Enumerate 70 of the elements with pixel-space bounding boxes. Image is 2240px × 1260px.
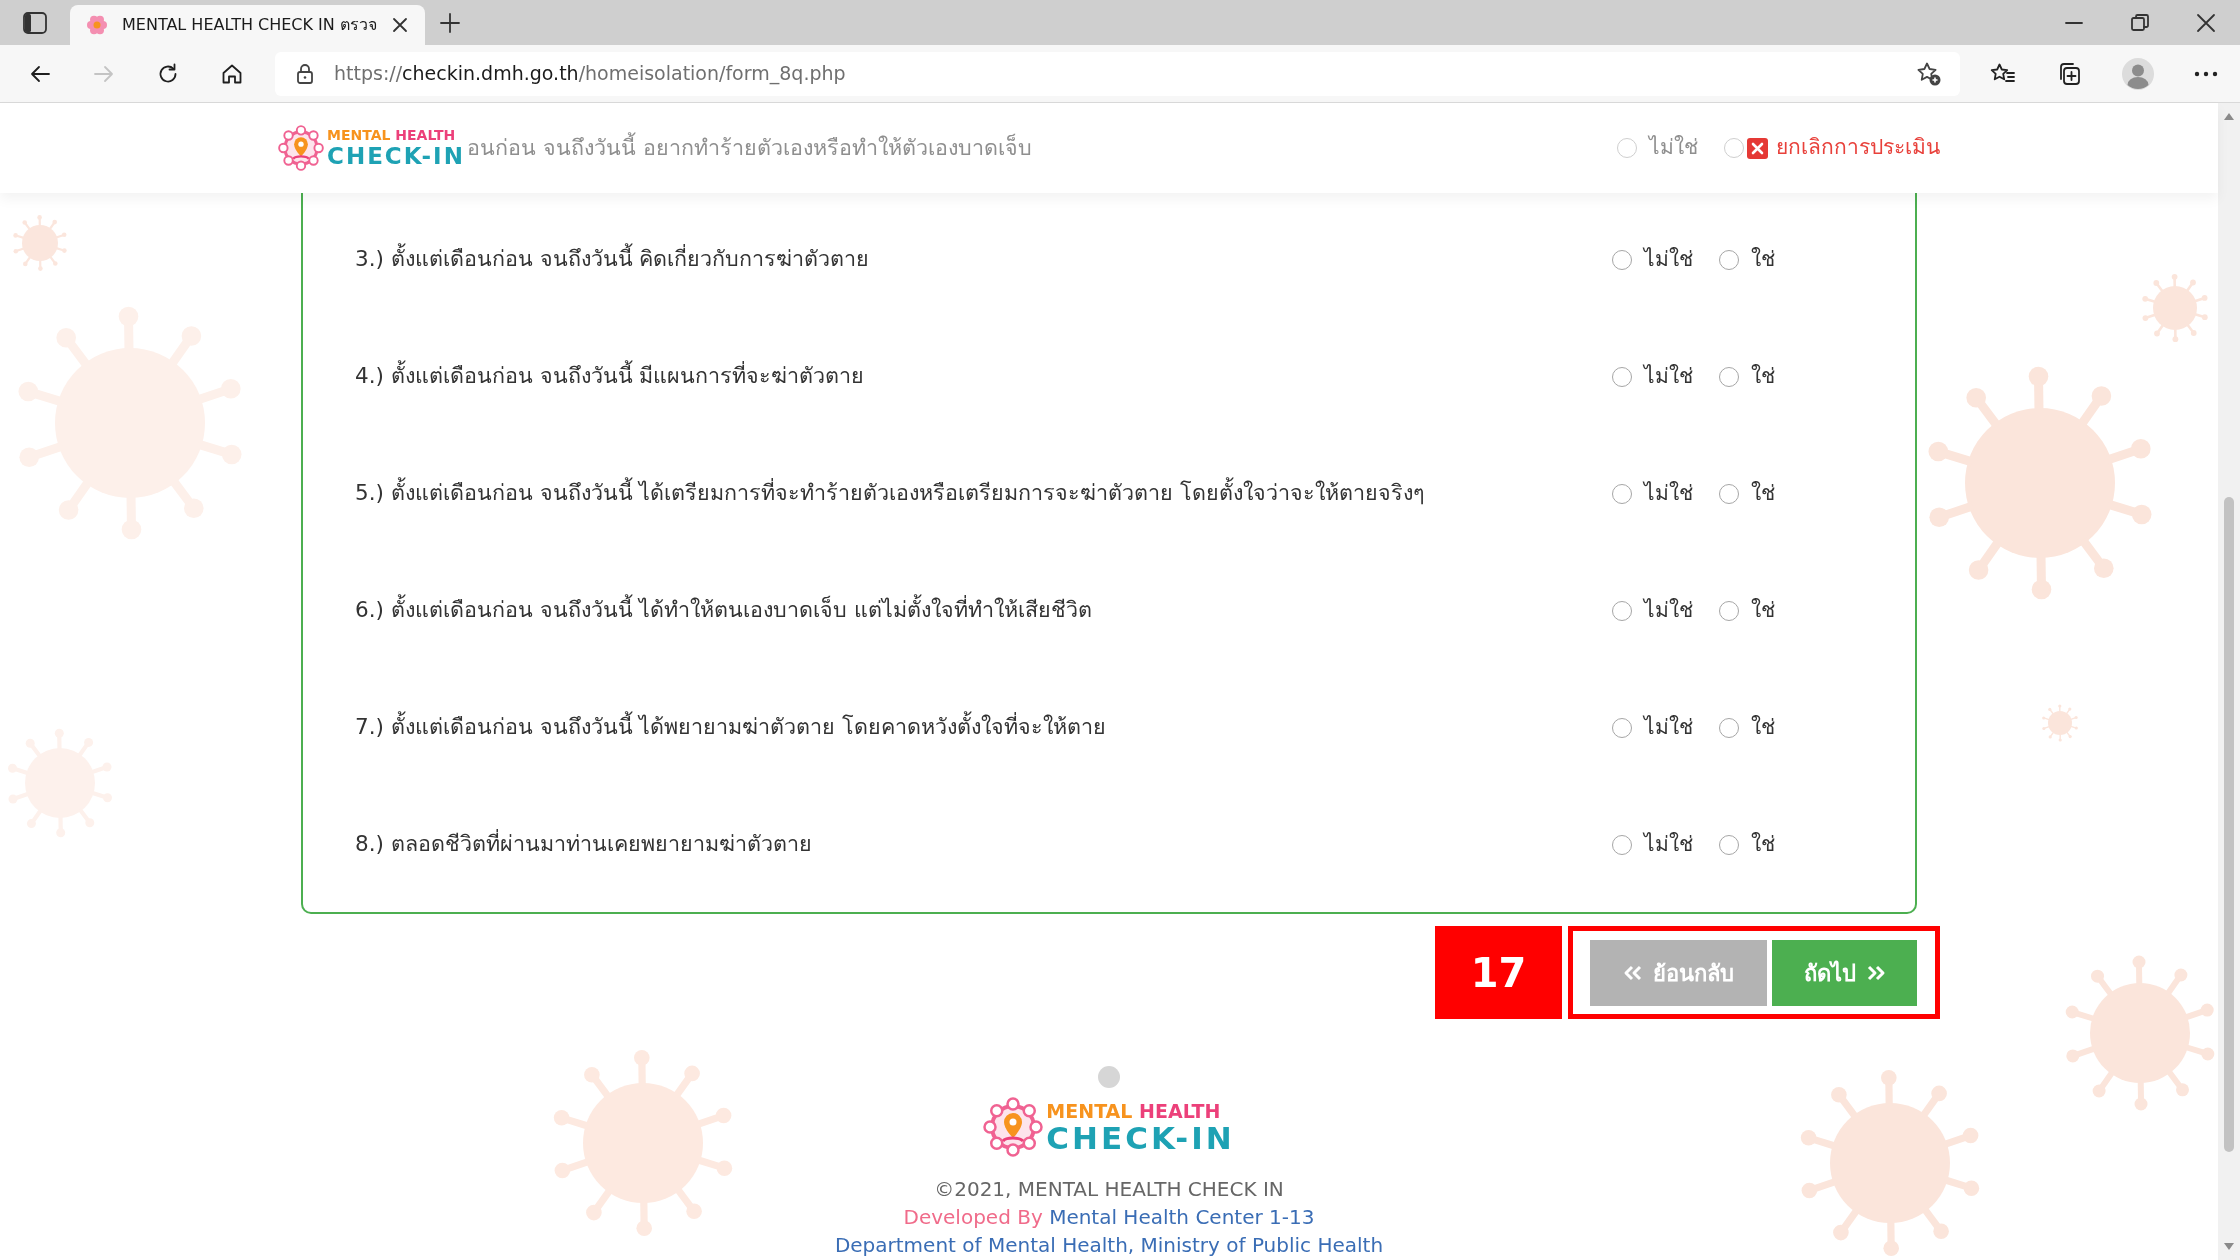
logo-icon: [983, 1097, 1044, 1157]
radio-button[interactable]: [1612, 717, 1632, 738]
radio-button[interactable]: [1617, 138, 1637, 158]
option-label[interactable]: ไม่ใช่: [1644, 594, 1693, 627]
radio-button[interactable]: [1719, 249, 1739, 270]
question-text: 4.) ตั้งแต่เดือนก่อน จนถึงวันนี้ มีแผนการที่จะฆ่าตัวตาย: [355, 360, 865, 393]
virus-drawing: [2042, 704, 2078, 742]
radio-button[interactable]: [1719, 366, 1739, 387]
radio-button[interactable]: [1612, 249, 1632, 270]
url-text: https://checkin.dmh.go.th/homeisolation/form_8q.php: [334, 61, 846, 87]
option-label[interactable]: ไม่ใช่: [1644, 360, 1693, 393]
radio-button[interactable]: [1612, 483, 1632, 504]
radio-button[interactable]: [1612, 834, 1632, 855]
scroll-up-icon[interactable]: [2224, 113, 2234, 120]
browser-tab[interactable]: MENTAL HEALTH CHECK IN ตรวจ: [70, 5, 425, 45]
option-label[interactable]: ไม่ใช่: [1644, 477, 1693, 510]
scrollbar[interactable]: [2218, 103, 2240, 1260]
option-label[interactable]: ใช่: [1751, 243, 1775, 276]
dot-icon: [1098, 1066, 1120, 1088]
cancel-link[interactable]: ยกเลิกการประเมิน: [1747, 132, 1940, 164]
logo-icon: [278, 125, 324, 171]
radio-button[interactable]: [1719, 834, 1739, 855]
star-plus-icon[interactable]: [1916, 60, 1942, 87]
radio-button[interactable]: [1612, 600, 1632, 621]
copyright-text: ©2021, MENTAL HEALTH CHECK IN: [934, 1176, 1284, 1203]
more-icon[interactable]: [2194, 70, 2218, 77]
scroll-down-icon[interactable]: [2224, 1243, 2234, 1250]
developer-link[interactable]: Mental Health Center 1-13: [1049, 1205, 1315, 1229]
option-label[interactable]: ไม่ใช่: [1644, 243, 1693, 276]
logo-tagline: MENTAL HEALTH: [1046, 1099, 1222, 1122]
profile-icon[interactable]: [2122, 57, 2154, 90]
logo-wordmark: CHECK-IN: [327, 144, 465, 169]
option-label[interactable]: ใช่: [1751, 360, 1775, 393]
logo-tagline: MENTAL HEALTH: [327, 127, 457, 144]
option-label[interactable]: ใช่: [1751, 477, 1775, 510]
logo-wordmark: CHECK-IN: [1046, 1121, 1235, 1155]
radio-button[interactable]: [1612, 366, 1632, 387]
new-tab-icon[interactable]: [438, 11, 461, 34]
double-chevron-right-icon: [1865, 965, 1886, 981]
double-chevron-left-icon: [1623, 965, 1643, 981]
close-icon: [1747, 137, 1768, 159]
radio-button[interactable]: [1719, 600, 1739, 621]
radio-button[interactable]: [1719, 483, 1739, 504]
tab-title: MENTAL HEALTH CHECK IN ตรวจ: [122, 14, 377, 36]
option-label[interactable]: ใช่: [1751, 828, 1775, 861]
close-icon[interactable]: [2196, 12, 2216, 33]
lock-icon: [296, 62, 314, 85]
option-label[interactable]: ใช่: [1751, 594, 1775, 627]
credit-label: Developed By: [903, 1205, 1043, 1229]
option-label[interactable]: ไม่ใช่: [1644, 828, 1693, 861]
option-label[interactable]: ไม่ใช่: [1644, 711, 1693, 744]
question-text: 5.) ตั้งแต่เดือนก่อน จนถึงวันนี้ ได้เตรียมการที่จะทำร้ายตัวเองหรือเตรียมการจะฆ่าตัวตาย โดยตั้งใจว่าจะให้ตายจริงๆ: [355, 477, 1426, 510]
department-link[interactable]: Department of Mental Health, Ministry of Public Health: [834, 1233, 1384, 1257]
panel-icon[interactable]: [23, 11, 47, 34]
flower-icon: [86, 14, 108, 36]
question-text: 7.) ตั้งแต่เดือนก่อน จนถึงวันนี้ ได้พยายามฆ่าตัวตาย โดยคาดหวังตั้งใจที่จะให้ตาย: [355, 711, 1107, 744]
question-text: อนก่อน จนถึงวันนี้ อยากทำร้ายตัวเองหรือทำให้ตัวเองบาดเจ็บ: [465, 131, 1033, 162]
virus-drawing: [2142, 273, 2208, 343]
radio-button[interactable]: [1724, 138, 1744, 158]
address-bar[interactable]: https://checkin.dmh.go.th/homeisolation/form_8q.php: [275, 51, 1960, 96]
step-marker: 17: [1435, 926, 1562, 1019]
option-label[interactable]: ใช่: [1751, 711, 1775, 744]
restore-icon[interactable]: [2130, 12, 2150, 33]
scrollbar-thumb[interactable]: [2224, 497, 2234, 1152]
close-icon[interactable]: [390, 16, 409, 34]
question-text: 3.) ตั้งแต่เดือนก่อน จนถึงวันนี้ คิดเกี่ยวกับการฆ่าตัวตาย: [355, 243, 870, 276]
radio-button[interactable]: [1719, 717, 1739, 738]
virus-drawing: [13, 215, 67, 271]
question-text: 6.) ตั้งแต่เดือนก่อน จนถึงวันนี้ ได้ทำให้ตนเองบาดเจ็บ แต่ไม่ตั้งใจที่ทำให้เสียชีวิต: [355, 594, 1093, 627]
question-text: 8.) ตลอดชีวิตที่ผ่านมาท่านเคยพยายามฆ่าตัวตาย: [355, 828, 812, 859]
